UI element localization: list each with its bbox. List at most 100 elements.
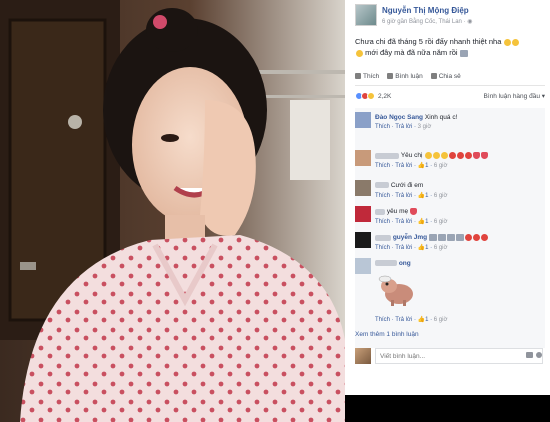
sticker-emoji-icon: [438, 234, 447, 241]
comment-likes[interactable]: 👍1: [418, 245, 429, 251]
comment-likes[interactable]: 👍1: [418, 317, 429, 323]
heart-icon: [480, 152, 488, 159]
commenter-name[interactable]: ong: [375, 260, 411, 267]
comment-time[interactable]: 6 giờ: [434, 245, 448, 251]
kiss-emoji-icon: [465, 234, 473, 241]
laughing-emoji-icon: [503, 38, 511, 46]
commenter-avatar[interactable]: [355, 258, 371, 274]
like-comment-button[interactable]: Thích: [375, 193, 390, 199]
comment-actions: Thích · Trả lời · 3 giờ: [375, 124, 432, 130]
camera-icon[interactable]: [526, 352, 533, 358]
blurred-name: [375, 234, 391, 241]
comment-actions: Thích · Trả lời · 👍1 · 6 giờ: [375, 219, 448, 225]
blurred-name: [375, 208, 385, 215]
post-meta: 6 giờ gần Bằng Cốc, Thái Lan · ◉: [382, 18, 472, 25]
commenter-name[interactable]: Cưới đi em: [375, 182, 423, 189]
reply-button[interactable]: Trả lời: [395, 245, 412, 251]
comment-actions: Thích · Trả lời · 👍1 · 6 giờ: [375, 163, 448, 169]
laughing-emoji-icon: [424, 152, 432, 159]
comment-likes[interactable]: 👍1: [418, 163, 429, 169]
commenter-name[interactable]: yêu mẹ: [375, 208, 418, 215]
author-avatar[interactable]: [355, 4, 377, 26]
comment-button[interactable]: Bình luận: [387, 72, 423, 80]
kiss-emoji-icon: [456, 152, 464, 159]
heart-icon: [472, 152, 480, 159]
commenter-avatar[interactable]: [355, 232, 371, 248]
reply-button[interactable]: Trả lời: [395, 193, 412, 199]
laughing-emoji-icon: [432, 152, 440, 159]
action-bar: Thích Bình luận Chia sẻ: [355, 70, 545, 82]
comment-input[interactable]: [375, 348, 543, 364]
share-label: Chia sẻ: [438, 72, 461, 80]
like-comment-button[interactable]: Thích: [375, 163, 390, 169]
haha-reaction-icon: [367, 92, 375, 100]
sticker-emoji-icon: [429, 234, 438, 241]
post-header: Nguyễn Thị Mộng Điệp 6 giờ gần Bằng Cốc,…: [355, 3, 545, 29]
viewer-avatar: [355, 348, 371, 364]
comment-text: Yêu chị: [400, 152, 423, 160]
post-text-line2: mới đây mà đã nữa năm rồi: [365, 48, 458, 57]
commenter-name-text[interactable]: guyễn Jmg: [393, 234, 427, 241]
cat-emoji-icon: [460, 49, 469, 57]
commenter-avatar[interactable]: [355, 180, 371, 196]
comment-likes[interactable]: 👍1: [418, 193, 429, 199]
comment-icon: [387, 73, 394, 79]
sticker-emoji-icon: [447, 234, 456, 241]
sticker-image[interactable]: [375, 270, 419, 310]
heart-icon: [410, 208, 418, 215]
reply-button[interactable]: Trả lời: [395, 219, 412, 225]
commenter-name[interactable]: Yêu chị: [375, 152, 488, 159]
sticker-icon[interactable]: [536, 352, 542, 358]
like-comment-button[interactable]: Thích: [375, 245, 390, 251]
comments-list: Đào Ngọc Sang Xinh quá c! Thích · Trả lờ…: [355, 108, 545, 348]
comment-time[interactable]: 6 giờ: [434, 193, 448, 199]
comment-actions: Thích · Trả lời · 👍1 · 6 giờ: [375, 193, 448, 199]
commenter-avatar[interactable]: [355, 150, 371, 166]
post-text: Chưa chi đã tháng 5 rồi đấy nhanh thiệt …: [355, 36, 545, 58]
like-comment-button[interactable]: Thích: [375, 219, 390, 225]
kiss-emoji-icon: [464, 152, 472, 159]
share-button[interactable]: Chia sẻ: [430, 72, 461, 80]
like-button[interactable]: Thích: [355, 73, 379, 80]
blurred-name: [375, 260, 397, 267]
post-meta-text: 6 giờ gần Bằng Cốc, Thái Lan ·: [382, 19, 468, 25]
share-icon: [430, 73, 437, 79]
kiss-emoji-icon: [448, 152, 456, 159]
commenter-name[interactable]: guyễn Jmg: [375, 234, 489, 241]
comment-time[interactable]: 6 giờ: [434, 219, 448, 225]
comment-text: Xinh quá c!: [424, 114, 458, 121]
comment-likes[interactable]: 👍1: [418, 219, 429, 225]
like-label: Thích: [363, 72, 380, 80]
view-more-comments-link[interactable]: Xem thêm 1 bình luận: [355, 331, 419, 338]
reply-button[interactable]: Trả lời: [395, 163, 412, 169]
commenter-avatar[interactable]: [355, 206, 371, 222]
comment-text: Cưới đi em: [390, 182, 424, 189]
laughing-emoji-icon: [355, 49, 363, 57]
laughing-emoji-icon: [440, 152, 448, 159]
dog-sticker-icon: [378, 275, 413, 306]
reply-button[interactable]: Trả lời: [395, 124, 412, 130]
commenter-avatar[interactable]: [355, 112, 371, 128]
comment-text: yêu mẹ: [386, 208, 409, 216]
reply-button[interactable]: Thích · Trả lời: [375, 317, 412, 323]
sticker-emoji-icon: [456, 234, 465, 241]
commenter-name-text[interactable]: ong: [399, 260, 411, 267]
divider: [355, 85, 545, 86]
comment-actions: Thích · Trả lời · 👍1 · 6 giờ: [375, 245, 448, 251]
reactions-row[interactable]: 2,2K Bình luận hàng đầu ▾: [355, 90, 545, 102]
blurred-name: [375, 152, 399, 159]
post-text-line1: Chưa chi đã tháng 5 rồi đấy nhanh thiệt …: [355, 37, 502, 46]
comment-time[interactable]: 3 giờ: [418, 124, 432, 130]
like-comment-button[interactable]: Thích: [375, 124, 390, 130]
comment-label: Bình luận: [395, 72, 423, 80]
post-photo[interactable]: [0, 0, 345, 422]
photo-image: [0, 0, 345, 422]
reaction-count[interactable]: 2,2K: [378, 93, 391, 100]
post-panel: Nguyễn Thị Mộng Điệp 6 giờ gần Bằng Cốc,…: [345, 0, 550, 422]
comment-time[interactable]: 6 giờ: [434, 163, 448, 169]
comment-sort-dropdown[interactable]: Bình luận hàng đầu ▾: [484, 92, 545, 100]
author-name[interactable]: Nguyễn Thị Mộng Điệp: [382, 6, 469, 15]
commenter-name[interactable]: Đào Ngọc Sang Xinh quá c!: [375, 114, 457, 121]
commenter-name-text[interactable]: Đào Ngọc Sang: [375, 114, 423, 121]
comment-time[interactable]: 6 giờ: [434, 317, 448, 323]
